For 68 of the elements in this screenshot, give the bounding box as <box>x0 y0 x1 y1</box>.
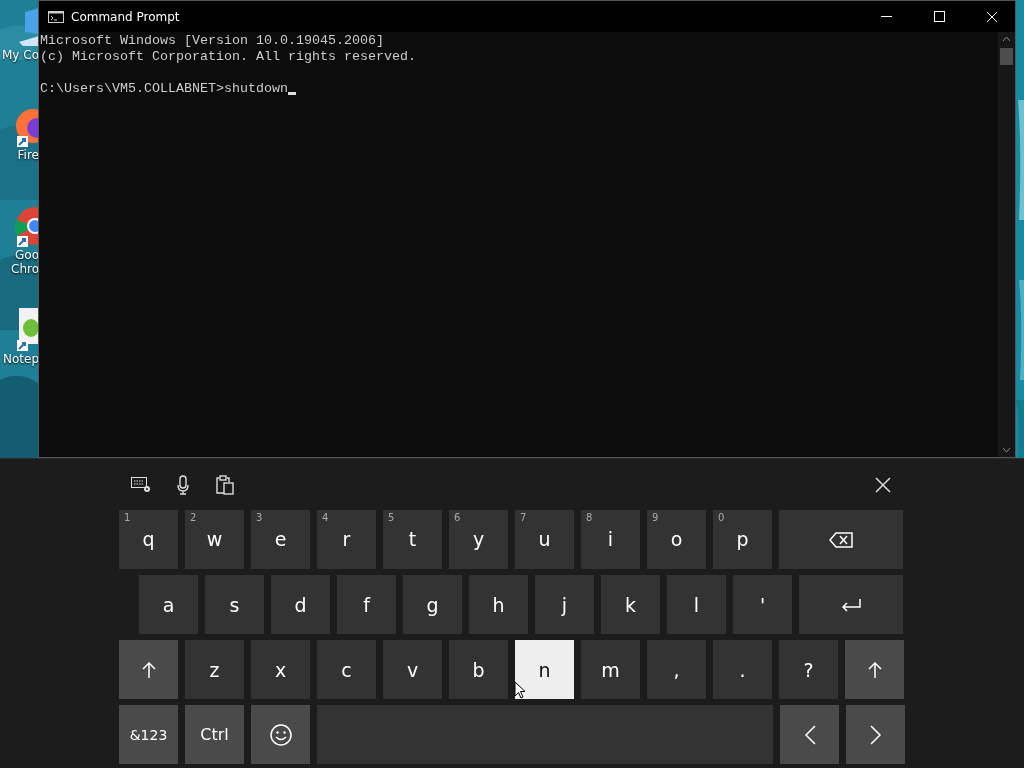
key[interactable]: 4 r <box>317 510 376 569</box>
modifier-key[interactable]: &123 <box>119 705 178 764</box>
notepad-icon[interactable] <box>15 306 39 352</box>
key[interactable]: 5 t <box>383 510 442 569</box>
key[interactable]: x <box>251 640 310 699</box>
enter-icon <box>841 597 861 612</box>
window-title: Command Prompt <box>71 9 181 24</box>
modifier-key[interactable]: Ctrl <box>185 705 244 764</box>
key[interactable]: h <box>469 575 528 634</box>
backspace-icon <box>829 531 853 548</box>
key[interactable]: . <box>713 640 772 699</box>
key[interactable]: 7 u <box>515 510 574 569</box>
desktop-icon-label[interactable]: Fire <box>17 148 39 162</box>
key[interactable]: 1 q <box>119 510 178 569</box>
scroll-up-icon[interactable] <box>1002 36 1011 42</box>
shift-arrow-icon <box>140 660 157 679</box>
key[interactable]: s <box>205 575 264 634</box>
smiley-icon <box>269 723 292 746</box>
backspace-key[interactable] <box>779 510 903 569</box>
text-cursor <box>287 92 296 95</box>
computer-icon[interactable] <box>19 6 39 48</box>
key-hint: 2 <box>190 512 197 523</box>
key[interactable]: k <box>601 575 660 634</box>
maximize-icon[interactable] <box>933 11 945 22</box>
key-hint: 8 <box>586 512 593 523</box>
key[interactable]: v <box>383 640 442 699</box>
emoji-key[interactable] <box>251 705 310 764</box>
key[interactable]: ' <box>733 575 792 634</box>
shift-arrow-icon <box>866 660 883 679</box>
desktop-icon-label[interactable]: Notep <box>2 352 39 366</box>
desktop-icon-label[interactable]: Goo Chro <box>11 248 39 276</box>
minimize-icon[interactable] <box>880 15 892 18</box>
key[interactable]: c <box>317 640 376 699</box>
key-hint: 6 <box>454 512 461 523</box>
key-hint: 5 <box>388 512 395 523</box>
key[interactable]: f <box>337 575 396 634</box>
key[interactable]: 3 e <box>251 510 310 569</box>
console-output-line: Microsoft Windows [Version 10.0.19045.2006] <box>40 33 384 49</box>
key[interactable]: l <box>667 575 726 634</box>
key-hint: 3 <box>256 512 263 523</box>
key-hint: 4 <box>322 512 329 523</box>
command-line: C:\Users\VM5.COLLABNET>shutdown <box>40 81 288 97</box>
key-hint: 9 <box>652 512 659 523</box>
key[interactable]: m <box>581 640 640 699</box>
key[interactable]: 8 i <box>581 510 640 569</box>
scrollbar-thumb[interactable] <box>1000 48 1013 65</box>
close-icon[interactable] <box>986 10 998 23</box>
key-hint: 1 <box>124 512 131 523</box>
mouse-pointer-icon <box>514 681 526 699</box>
key[interactable]: j <box>535 575 594 634</box>
key[interactable]: a <box>139 575 198 634</box>
key[interactable]: 9 o <box>647 510 706 569</box>
key[interactable]: 0 p <box>713 510 772 569</box>
key[interactable]: g <box>403 575 462 634</box>
key-hint: 7 <box>520 512 527 523</box>
key[interactable]: 6 y <box>449 510 508 569</box>
scroll-down-icon[interactable] <box>1002 447 1011 453</box>
scrollbar[interactable] <box>998 32 1015 457</box>
console-output-line: (c) Microsoft Corporation. All rights reserved. <box>40 49 416 65</box>
key[interactable]: z <box>185 640 244 699</box>
key[interactable]: ? <box>779 640 838 699</box>
key[interactable]: d <box>271 575 330 634</box>
key[interactable]: 2 w <box>185 510 244 569</box>
key-hint: 0 <box>718 512 725 523</box>
console-icon <box>48 10 64 23</box>
key[interactable]: , <box>647 640 706 699</box>
key[interactable]: b <box>449 640 508 699</box>
key[interactable]: n <box>515 640 574 699</box>
